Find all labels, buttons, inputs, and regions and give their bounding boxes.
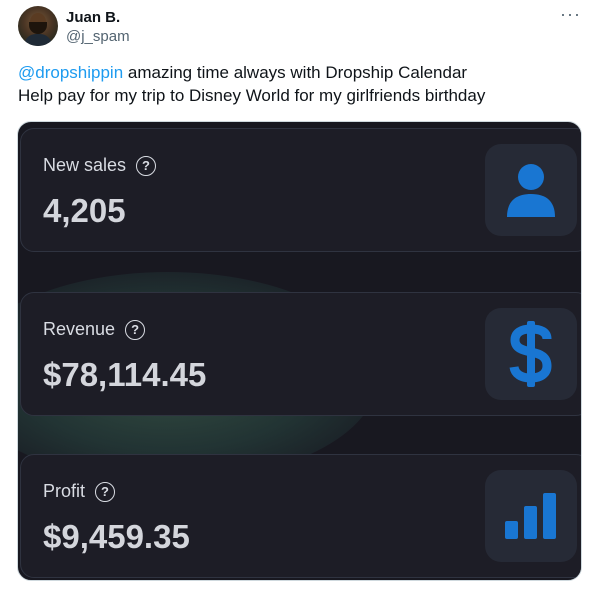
stat-value: $78,114.45 <box>43 356 207 393</box>
more-options-icon[interactable]: ··· <box>560 4 581 25</box>
stat-card-new-sales: New sales ? 4,205 <box>20 128 581 252</box>
bar-chart-icon <box>485 470 577 562</box>
stat-label: Revenue <box>43 319 116 339</box>
stat-label: Profit <box>43 481 86 501</box>
stat-label: New sales <box>43 155 127 175</box>
author-name[interactable]: Juan B. <box>66 9 120 26</box>
tweet-media-image[interactable]: New sales ? 4,205 Revenue ? $78,114.45 P… <box>17 121 582 581</box>
tweet-header: Juan B. @j_spam ··· <box>18 4 581 50</box>
help-icon[interactable]: ? <box>95 481 116 502</box>
avatar[interactable] <box>18 6 58 46</box>
stat-value: $9,459.35 <box>43 518 190 555</box>
tweet-text: @dropshippin amazing time always with Dr… <box>18 61 578 107</box>
tweet-line-1: amazing time always with Dropship Calend… <box>123 63 468 82</box>
stat-value: 4,205 <box>43 192 126 229</box>
help-icon[interactable]: ? <box>125 319 146 340</box>
author-handle[interactable]: @j_spam <box>66 28 130 45</box>
stat-card-revenue: Revenue ? $78,114.45 <box>20 292 581 416</box>
help-icon[interactable]: ? <box>136 155 157 176</box>
stat-card-profit: Profit ? $9,459.35 <box>20 454 581 578</box>
mention-link[interactable]: @dropshippin <box>18 63 123 82</box>
dollar-icon <box>485 308 577 400</box>
user-icon <box>485 144 577 236</box>
tweet-line-2: Help pay for my trip to Disney World for… <box>18 86 486 105</box>
